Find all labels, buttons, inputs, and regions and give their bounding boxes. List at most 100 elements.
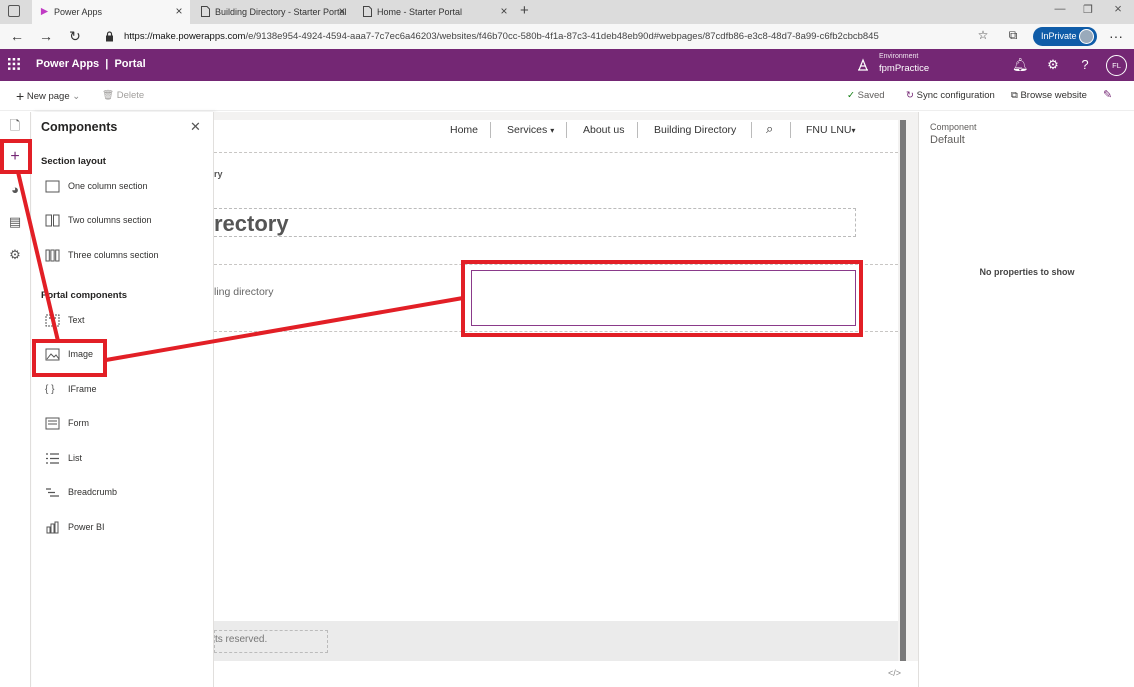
restore-icon[interactable]: ❐: [1078, 3, 1098, 16]
collections-icon[interactable]: ⧉: [1005, 28, 1021, 43]
component-label: Component: [930, 122, 977, 132]
two-columns-section-item[interactable]: Two columns section: [41, 211, 201, 231]
environment-label: Environment: [879, 53, 919, 60]
nav-separator: [490, 122, 491, 138]
braces-icon: { }: [45, 384, 55, 395]
footer-text-box[interactable]: ts reserved.: [214, 630, 328, 653]
url-host: https://make.powerapps.com: [124, 31, 246, 42]
trash-icon: 🗑︎: [102, 90, 115, 101]
site-nav-building-directory[interactable]: Building Directory: [654, 124, 736, 136]
saved-status: ✓ Saved: [847, 90, 885, 101]
url-field[interactable]: https://make.powerapps.com/e/9138e954-49…: [124, 28, 1024, 45]
tab-label: Power Apps: [54, 7, 103, 17]
breadcrumb-icon: [46, 488, 59, 497]
environment-value[interactable]: fpmPractice: [879, 63, 929, 74]
close-window-icon[interactable]: ×: [1108, 1, 1128, 16]
item-label: Text: [68, 315, 85, 325]
sync-configuration-button[interactable]: ↻ Sync configuration: [906, 90, 995, 101]
no-properties-message: No properties to show: [979, 267, 1075, 277]
close-icon[interactable]: ×: [497, 4, 511, 18]
breadcrumb-fragment: ry: [214, 169, 223, 179]
components-title: Components: [41, 120, 118, 134]
component-value: Default: [930, 134, 965, 146]
themes-icon[interactable]: ◕: [7, 182, 23, 198]
browse-website-button[interactable]: ⧉ Browse website: [1011, 90, 1087, 101]
bell-icon[interactable]: 🔔︎: [1012, 57, 1029, 73]
search-icon[interactable]: ⌕: [766, 121, 773, 137]
plus-icon: +: [16, 88, 25, 104]
one-column-icon: [45, 180, 60, 193]
site-nav-about-us[interactable]: About us: [583, 124, 624, 136]
saved-label: Saved: [857, 90, 885, 101]
section-layout-heading: Section layout: [41, 156, 106, 167]
form-component-item[interactable]: Form: [41, 414, 201, 434]
page-heading-box[interactable]: rectory: [214, 208, 856, 237]
caret-down-icon: ▾: [550, 126, 555, 135]
item-label: One column section: [68, 181, 148, 191]
new-page-button[interactable]: + New page ⌄: [16, 88, 80, 104]
pages-icon[interactable]: 🗋: [7, 118, 23, 134]
canvas-page: [214, 120, 898, 661]
canvas-scrollbar[interactable]: [900, 120, 906, 661]
more-icon[interactable]: ···: [1108, 28, 1124, 44]
item-label: IFrame: [68, 384, 97, 394]
site-nav-user[interactable]: FNU LNU▾: [806, 124, 856, 136]
sync-icon: ↻: [906, 90, 914, 101]
feedback-icon[interactable]: ✎: [1103, 88, 1112, 101]
three-columns-section-item[interactable]: Three columns section: [41, 246, 201, 266]
tab-power-apps[interactable]: Power Apps ×: [32, 0, 190, 24]
sync-label: Sync configuration: [916, 90, 995, 101]
power-bi-component-item[interactable]: Power BI: [41, 518, 201, 538]
site-nav-home[interactable]: Home: [450, 124, 478, 136]
close-icon[interactable]: ✕: [190, 119, 201, 135]
page-icon: [201, 6, 210, 17]
nav-separator: [637, 122, 638, 138]
browse-icon: ⧉: [1011, 90, 1018, 101]
favorite-icon[interactable]: ☆: [975, 28, 991, 42]
services-label: Services: [507, 124, 548, 136]
environment-icon[interactable]: [857, 58, 869, 71]
check-icon: ✓: [847, 90, 855, 101]
tab-building-directory[interactable]: Building Directory - Starter Portal ×: [193, 0, 353, 24]
list-component-item[interactable]: List: [41, 449, 201, 469]
delete-button[interactable]: 🗑︎ Delete: [102, 90, 144, 101]
user-label: FNU LNU: [806, 124, 852, 136]
site-nav-services[interactable]: Services ▾: [507, 124, 554, 136]
chevron-down-icon: ⌄: [72, 91, 81, 102]
nav-separator: [751, 122, 752, 138]
browser-tab-strip: Power Apps × Building Directory - Starte…: [0, 0, 1134, 24]
breadcrumb-component-item[interactable]: Breadcrumb: [41, 483, 201, 503]
code-view-icon[interactable]: </>: [888, 668, 901, 678]
footer-text-fragment: ts reserved.: [215, 634, 268, 645]
annotation-box-image-placeholder: [461, 260, 863, 337]
templates-icon[interactable]: ▤: [7, 214, 23, 230]
help-icon[interactable]: ?: [1077, 57, 1093, 72]
inprivate-label: InPrivate: [1041, 31, 1077, 41]
new-tab-icon[interactable]: +: [520, 2, 529, 19]
two-columns-icon: [45, 214, 60, 227]
gear-icon[interactable]: ⚙: [1045, 57, 1061, 73]
back-icon[interactable]: ←: [9, 28, 25, 44]
nav-separator: [566, 122, 567, 138]
app-launcher-icon[interactable]: [8, 58, 20, 70]
iframe-component-item[interactable]: { } IFrame: [41, 380, 201, 400]
app-title: Power Apps | Portal: [36, 58, 146, 70]
text-component-item[interactable]: Text: [41, 311, 201, 331]
item-label: Breadcrumb: [68, 487, 118, 497]
close-icon[interactable]: ×: [335, 4, 349, 18]
settings-icon[interactable]: ⚙: [7, 247, 23, 263]
user-avatar[interactable]: FL: [1106, 55, 1127, 76]
forward-icon[interactable]: →: [38, 28, 54, 44]
address-bar: ← → ↻ https://make.powerapps.com/e/9138e…: [0, 24, 1134, 49]
minimize-icon[interactable]: —: [1050, 3, 1070, 15]
inprivate-badge[interactable]: InPrivate: [1033, 27, 1097, 46]
refresh-icon[interactable]: ↻: [67, 28, 83, 45]
nav-separator: [790, 122, 791, 138]
left-rail: 🗋 + ◕ ▤ ⚙: [0, 112, 31, 687]
new-page-label: New page: [26, 91, 70, 102]
page-icon: [363, 6, 372, 17]
close-icon[interactable]: ×: [172, 4, 186, 18]
tab-home[interactable]: Home - Starter Portal ×: [355, 0, 515, 24]
one-column-section-item[interactable]: One column section: [41, 177, 201, 197]
tab-actions-icon[interactable]: [8, 5, 20, 17]
